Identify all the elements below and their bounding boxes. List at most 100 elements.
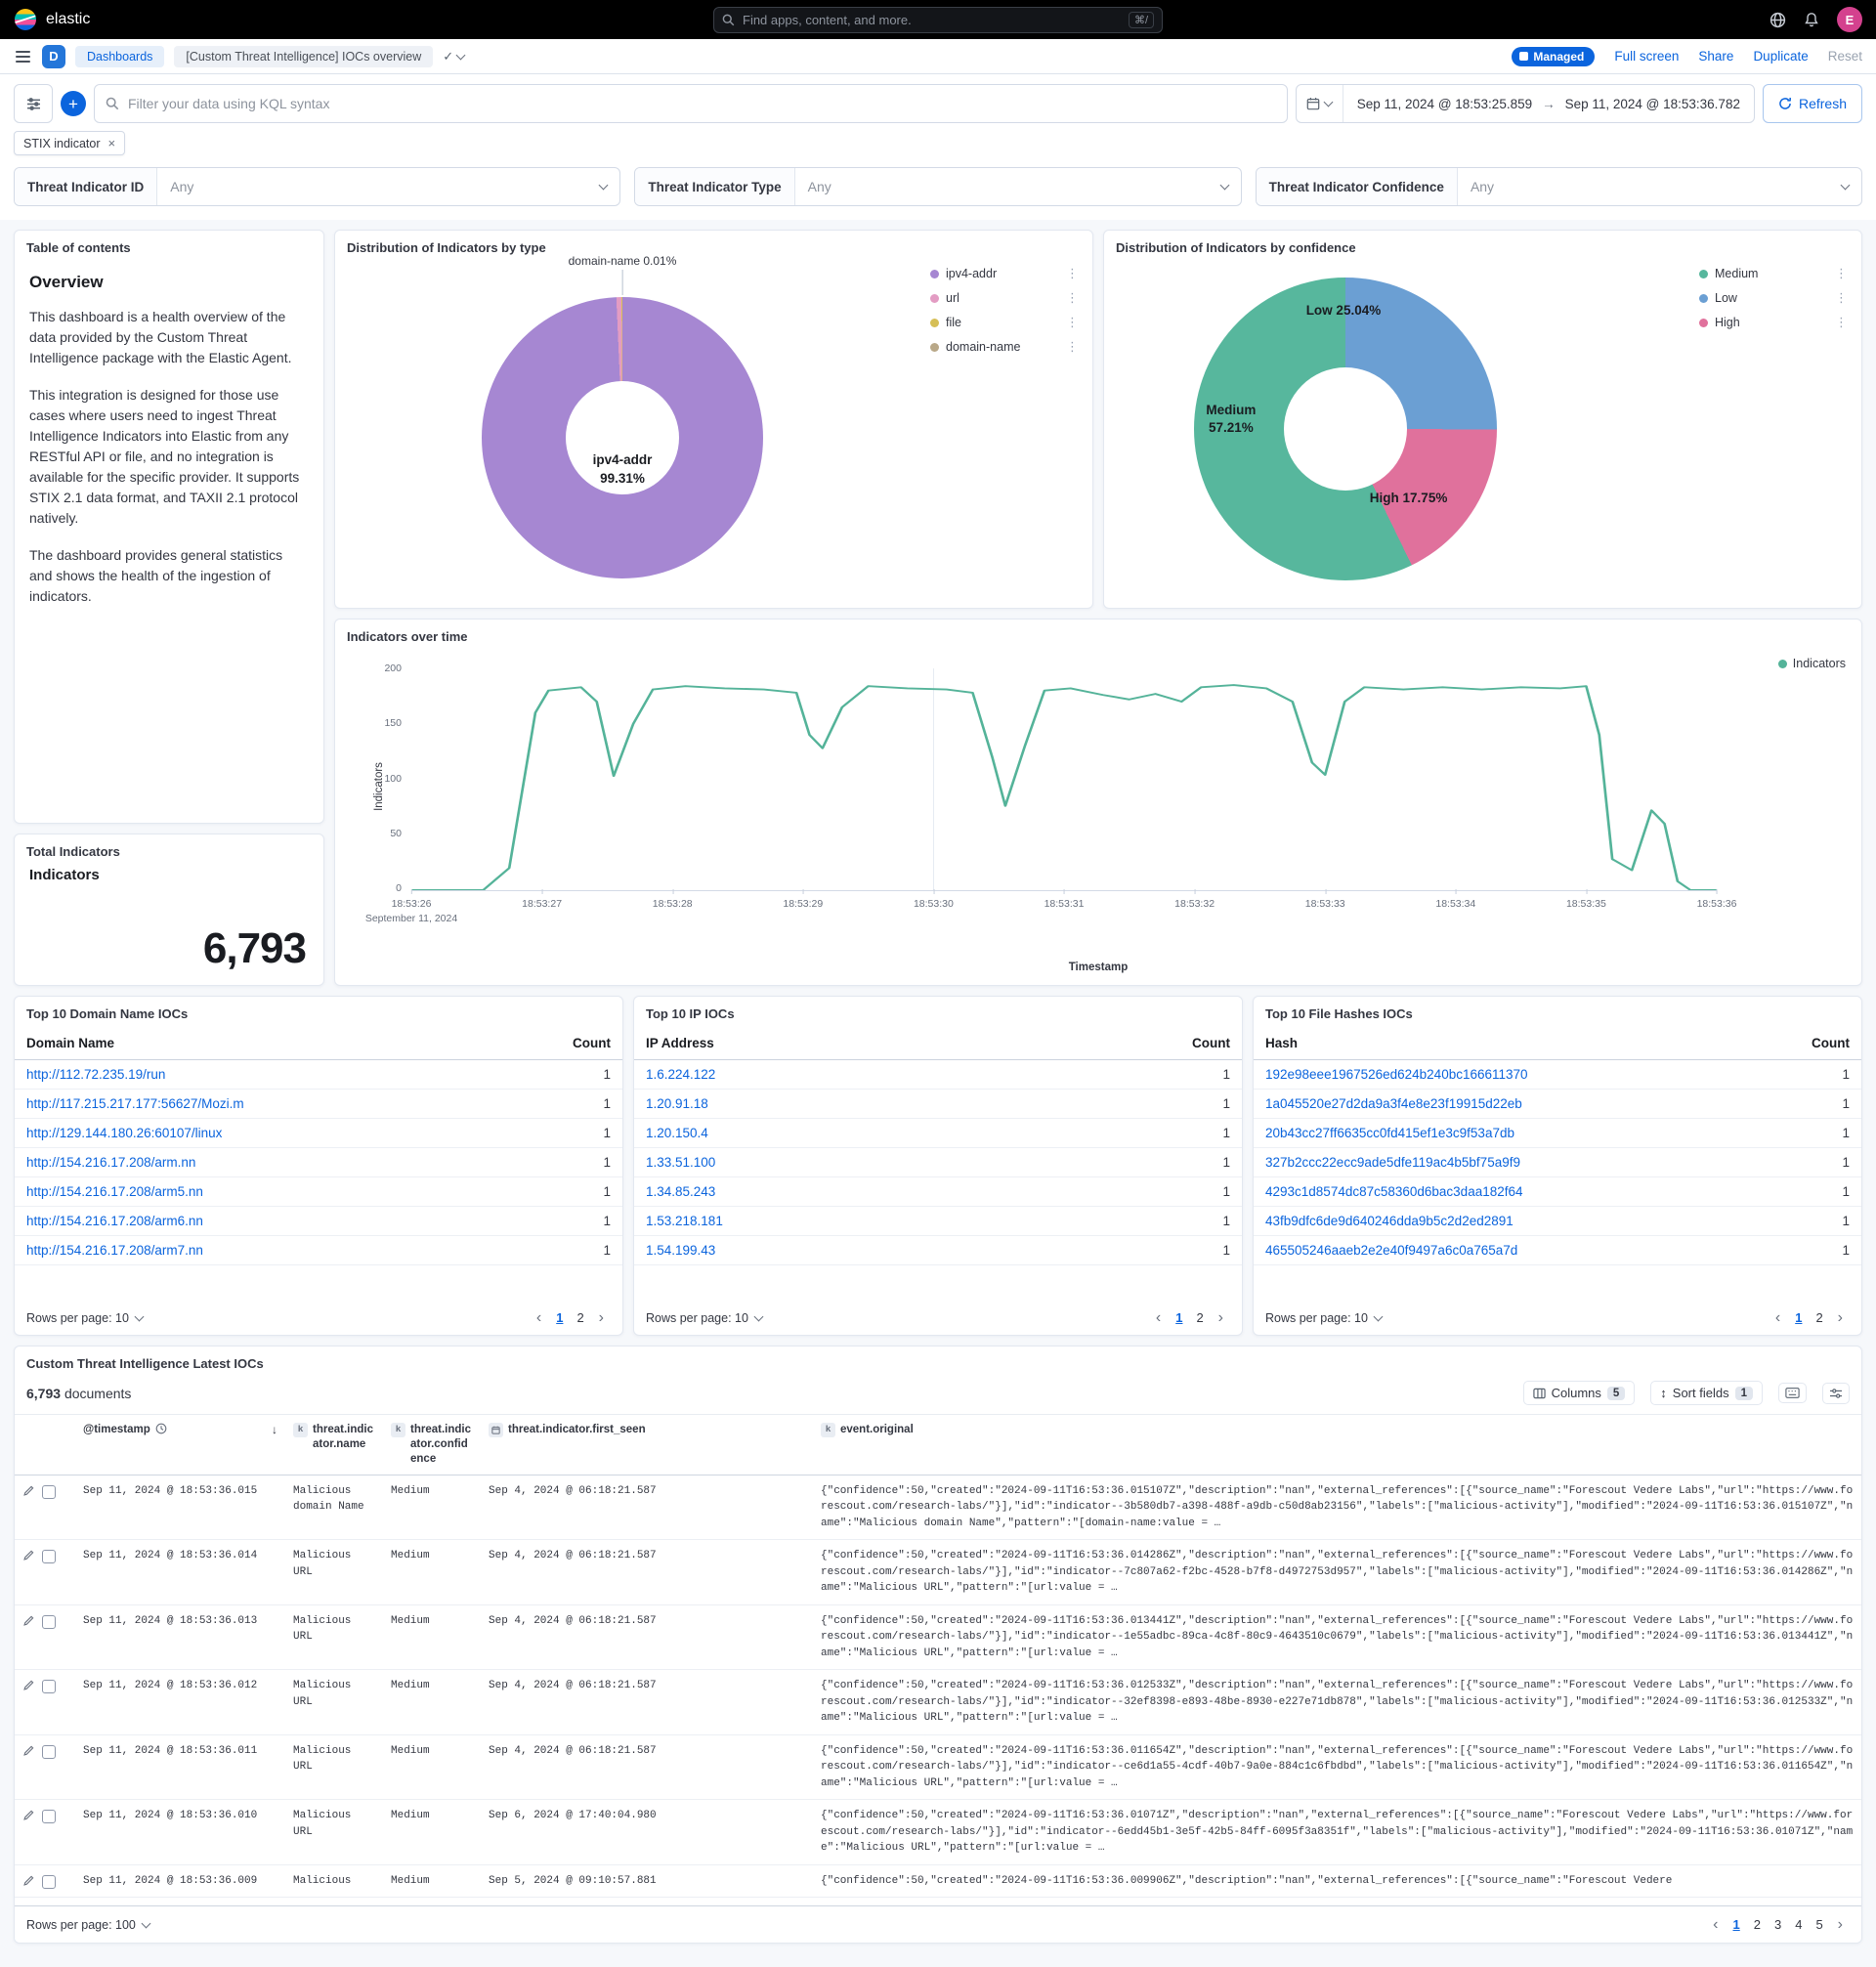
page-number[interactable]: 1 <box>1789 1308 1808 1327</box>
saved-query-menu-button[interactable] <box>14 84 53 123</box>
domain-link[interactable]: http://117.215.217.177:56627/Mozi.m <box>26 1096 244 1111</box>
next-page-icon[interactable]: › <box>1831 1916 1850 1934</box>
next-page-icon[interactable]: › <box>1831 1309 1850 1327</box>
user-avatar[interactable]: E <box>1837 7 1862 32</box>
prev-page-icon[interactable]: ‹ <box>1149 1309 1168 1327</box>
select-document-checkbox[interactable] <box>42 1485 56 1499</box>
menu-hamburger-icon[interactable] <box>14 47 32 66</box>
column-header-domain[interactable]: Domain Name <box>15 1027 554 1060</box>
rows-per-page[interactable]: Rows per page: 10 <box>646 1311 762 1325</box>
columns-button[interactable]: Columns 5 <box>1523 1381 1636 1405</box>
kql-filter-bar[interactable] <box>94 84 1288 123</box>
ip-link[interactable]: 1.6.224.122 <box>646 1067 715 1082</box>
column-header-hash[interactable]: Hash <box>1254 1027 1793 1060</box>
legend-item[interactable]: Low ⋮ <box>1699 290 1848 306</box>
select-document-checkbox[interactable] <box>42 1550 56 1563</box>
document-row[interactable]: Sep 11, 2024 @ 18:53:36.013 Malicious UR… <box>15 1605 1861 1671</box>
ip-link[interactable]: 1.33.51.100 <box>646 1155 715 1170</box>
add-filter-button[interactable]: + <box>61 91 86 116</box>
dashboard-action-link[interactable]: Duplicate <box>1753 49 1808 64</box>
page-number[interactable]: 4 <box>1789 1915 1808 1934</box>
space-avatar[interactable]: D <box>42 45 65 68</box>
domain-link[interactable]: http://154.216.17.208/arm5.nn <box>26 1184 203 1199</box>
hash-link[interactable]: 327b2ccc22ecc9ade5dfe119ac4b5bf75a9f9 <box>1265 1155 1520 1170</box>
elastic-brand[interactable]: elastic <box>14 8 90 31</box>
domain-link[interactable]: http://154.216.17.208/arm7.nn <box>26 1243 203 1258</box>
column-header-count[interactable]: Count <box>1793 1027 1861 1060</box>
ip-link[interactable]: 1.53.218.181 <box>646 1214 723 1228</box>
document-row[interactable]: Sep 11, 2024 @ 18:53:36.014 Malicious UR… <box>15 1540 1861 1605</box>
page-number[interactable]: 1 <box>1727 1915 1746 1934</box>
date-range-start[interactable]: Sep 11, 2024 @ 18:53:25.859 <box>1357 97 1532 111</box>
page-number[interactable]: 1 <box>1170 1308 1188 1327</box>
hash-link[interactable]: 43fb9dfc6de9d640246dda9b5c2d2ed2891 <box>1265 1214 1514 1228</box>
expand-document-icon[interactable] <box>22 1745 34 1757</box>
select-document-checkbox[interactable] <box>42 1745 56 1759</box>
legend-menu-icon[interactable]: ⋮ <box>1835 315 1848 330</box>
notifications-bell-icon[interactable] <box>1804 12 1819 27</box>
column-header-timestamp[interactable]: @timestamp ↓ <box>75 1415 285 1475</box>
ip-link[interactable]: 1.54.199.43 <box>646 1243 715 1258</box>
hash-link[interactable]: 20b43cc27ff6635cc0fd415ef1e3c9f53a7db <box>1265 1126 1514 1140</box>
page-number[interactable]: 3 <box>1769 1915 1787 1934</box>
domain-link[interactable]: http://154.216.17.208/arm.nn <box>26 1155 195 1170</box>
kql-input[interactable] <box>128 96 1276 111</box>
rows-per-page[interactable]: Rows per page: 100 <box>26 1918 149 1932</box>
indicators-by-type-donut[interactable]: domain-name 0.01% ipv4-addr 99.31% <box>482 297 763 578</box>
column-header-indicator-confidence[interactable]: k threat.indicator.confidence <box>383 1415 481 1475</box>
legend-menu-icon[interactable]: ⋮ <box>1066 315 1079 330</box>
ip-link[interactable]: 1.20.91.18 <box>646 1096 708 1111</box>
select-document-checkbox[interactable] <box>42 1875 56 1889</box>
page-number[interactable]: 2 <box>571 1308 589 1327</box>
rows-per-page[interactable]: Rows per page: 10 <box>1265 1311 1382 1325</box>
prev-page-icon[interactable]: ‹ <box>1706 1916 1725 1934</box>
page-number[interactable]: 2 <box>1748 1915 1767 1934</box>
select-document-checkbox[interactable] <box>42 1680 56 1693</box>
legend-menu-icon[interactable]: ⋮ <box>1066 290 1079 306</box>
document-row[interactable]: Sep 11, 2024 @ 18:53:36.009 Malicious Me… <box>15 1865 1861 1899</box>
domain-link[interactable]: http://154.216.17.208/arm6.nn <box>26 1214 203 1228</box>
legend-item[interactable]: High ⋮ <box>1699 315 1848 330</box>
saved-check-button[interactable]: ✓ <box>443 49 464 64</box>
page-number[interactable]: 1 <box>550 1308 569 1327</box>
expand-document-icon[interactable] <box>22 1550 34 1561</box>
dashboard-action-link[interactable]: Share <box>1698 49 1733 64</box>
remove-filter-icon[interactable]: × <box>108 136 116 150</box>
document-row[interactable]: Sep 11, 2024 @ 18:53:36.015 Malicious do… <box>15 1475 1861 1541</box>
legend-item[interactable]: url ⋮ <box>930 290 1079 306</box>
sort-descending-icon[interactable]: ↓ <box>272 1423 277 1438</box>
column-header-indicator-name[interactable]: k threat.indicator.name <box>285 1415 383 1475</box>
line-chart-plot[interactable]: 200150100500 18:53:26September 11, 20241… <box>411 668 1717 891</box>
prev-page-icon[interactable]: ‹ <box>530 1309 548 1327</box>
page-number[interactable]: 5 <box>1810 1915 1828 1934</box>
domain-link[interactable]: http://112.72.235.19/run <box>26 1067 165 1082</box>
next-page-icon[interactable]: › <box>592 1309 611 1327</box>
control-dropdown[interactable]: Threat Indicator ID Any <box>14 167 620 206</box>
select-document-checkbox[interactable] <box>42 1615 56 1629</box>
legend-menu-icon[interactable]: ⋮ <box>1835 290 1848 306</box>
next-page-icon[interactable]: › <box>1212 1309 1230 1327</box>
dashboard-action-link[interactable]: Full screen <box>1614 49 1679 64</box>
hash-link[interactable]: 192e98eee1967526ed624b240bc166611370 <box>1265 1067 1528 1082</box>
global-search[interactable]: ⌘/ <box>713 7 1163 33</box>
help-globe-icon[interactable] <box>1769 12 1786 28</box>
display-options-button[interactable] <box>1822 1383 1850 1404</box>
expand-document-icon[interactable] <box>22 1810 34 1821</box>
refresh-button[interactable]: Refresh <box>1763 84 1862 123</box>
column-header-event-original[interactable]: k event.original <box>813 1415 1861 1475</box>
expand-document-icon[interactable] <box>22 1615 34 1627</box>
rows-per-page[interactable]: Rows per page: 10 <box>26 1311 143 1325</box>
breadcrumb-dashboards[interactable]: Dashboards <box>75 46 164 67</box>
column-header-count[interactable]: Count <box>554 1027 622 1060</box>
sort-fields-button[interactable]: ↕ Sort fields 1 <box>1650 1381 1763 1405</box>
document-row[interactable]: Sep 11, 2024 @ 18:53:36.011 Malicious UR… <box>15 1735 1861 1801</box>
select-document-checkbox[interactable] <box>42 1810 56 1823</box>
ip-link[interactable]: 1.20.150.4 <box>646 1126 708 1140</box>
column-header-ip[interactable]: IP Address <box>634 1027 1173 1060</box>
dashboard-action-link[interactable]: Reset <box>1828 49 1862 64</box>
line-chart-legend[interactable]: Indicators <box>1778 657 1846 670</box>
legend-item[interactable]: ipv4-addr ⋮ <box>930 266 1079 281</box>
global-search-input[interactable] <box>743 13 1121 27</box>
control-dropdown[interactable]: Threat Indicator Confidence Any <box>1256 167 1862 206</box>
legend-item[interactable]: file ⋮ <box>930 315 1079 330</box>
